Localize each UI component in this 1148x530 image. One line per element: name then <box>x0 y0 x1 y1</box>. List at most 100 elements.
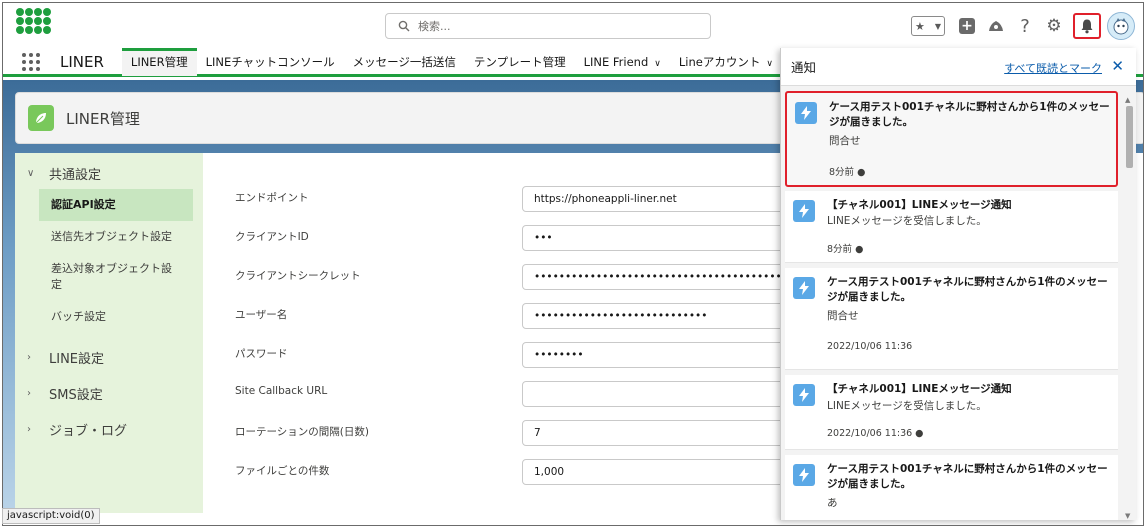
sidebar-group-label: 共通設定 <box>49 167 102 183</box>
chevron-down-icon[interactable]: ∨ <box>654 50 661 78</box>
notifications-panel: 通知 すべて既読とマーク ✕ ケース用テスト001チャネルに野村さんから1件のメ… <box>780 48 1136 520</box>
notification-item[interactable]: 【チャネル001】LINEメッセージ通知 LINEメッセージを受信しました。 8… <box>785 191 1118 263</box>
settings-sidebar: ∨ 共通設定 認証API設定 送信先オブジェクト設定 差込対象オブジェクト設定 … <box>15 153 203 513</box>
username-input[interactable]: •••••••••••••••••••••••••••• <box>522 303 822 329</box>
trailhead-button[interactable] <box>986 16 1006 36</box>
nav-tab-liner-admin[interactable]: LINER管理 <box>121 47 197 76</box>
trailhead-icon <box>989 21 1003 31</box>
nav-tab-bulk-send[interactable]: メッセージ一括送信 <box>344 48 465 76</box>
global-actions-button[interactable]: + <box>957 16 977 36</box>
sidebar-item-label: 認証API設定 <box>51 198 116 211</box>
app-window: 検索... ★ ▼ + ? ⚙ LINER LINER管理 LINEチャットコン… <box>2 2 1144 526</box>
liner-logo[interactable] <box>16 8 51 40</box>
browser-status-bar: javascript:void(0) <box>2 508 100 524</box>
notification-item[interactable]: 【チャネル001】LINEメッセージ通知 LINEメッセージを受信しました。 2… <box>785 375 1118 450</box>
page-title: LINER管理 <box>66 109 140 128</box>
sidebar-item-auth-api[interactable]: 認証API設定 <box>39 189 193 221</box>
chevron-down-icon: ∨ <box>27 167 35 179</box>
sidebar-item-label: 送信先オブジェクト設定 <box>51 230 172 243</box>
password-input[interactable]: •••••••• <box>522 342 822 368</box>
setup-button[interactable]: ⚙ <box>1044 16 1064 36</box>
sidebar-group-common[interactable]: ∨ 共通設定 <box>15 157 203 189</box>
avatar[interactable] <box>1107 12 1135 40</box>
lightning-icon <box>793 464 815 486</box>
nav-tab-label: テンプレート管理 <box>473 54 566 69</box>
nav-tab-label: LINER管理 <box>130 54 188 69</box>
close-icon[interactable]: ✕ <box>1111 57 1124 75</box>
notification-title: 【チャネル001】LINEメッセージ通知 <box>827 199 1012 211</box>
notifications-header: 通知 すべて既読とマーク ✕ <box>781 48 1136 86</box>
nav-tab-label: LINE Friend <box>583 54 649 69</box>
scroll-up-icon[interactable]: ▲ <box>1125 96 1130 104</box>
lightning-icon <box>793 200 815 222</box>
mark-all-read-link[interactable]: すべて既読とマーク <box>1004 60 1102 76</box>
app-launcher-button[interactable] <box>22 52 40 71</box>
chevron-down-icon: ▼ <box>934 21 941 31</box>
sidebar-item-destination-object[interactable]: 送信先オブジェクト設定 <box>15 221 203 253</box>
search-placeholder: 検索... <box>418 20 451 33</box>
header-icons: ★ ▼ + ? ⚙ <box>911 9 1143 43</box>
scrollbar-thumb[interactable] <box>1126 106 1133 168</box>
user-avatar-icon <box>1113 18 1129 35</box>
notification-subtitle: LINEメッセージを受信しました。 <box>827 215 987 227</box>
notifications-button[interactable] <box>1073 13 1101 39</box>
field-label: クライアントID <box>235 231 309 243</box>
field-label: エンドポイント <box>235 192 309 204</box>
client-id-input[interactable]: ••• <box>522 225 822 251</box>
chevron-down-icon[interactable]: ∨ <box>766 50 773 78</box>
nav-tab-line-friend[interactable]: LINE Friend ∨ <box>575 48 670 76</box>
nav-tab-line-account[interactable]: Lineアカウント ∨ <box>670 48 782 76</box>
notification-title: ケース用テスト001チャネルに野村さんから1件のメッセージが届きました。 <box>829 101 1110 128</box>
sidebar-group-sms[interactable]: › SMS設定 <box>15 375 203 411</box>
scroll-down-icon[interactable]: ▼ <box>1125 512 1130 520</box>
lightning-icon <box>793 277 815 299</box>
plus-icon: + <box>959 18 975 34</box>
nav-tab-chat-console[interactable]: LINEチャットコンソール <box>197 48 344 76</box>
notification-timestamp: 2022/10/06 11:36 ● <box>827 428 924 439</box>
sidebar-group-label: ジョブ・ログ <box>49 423 128 439</box>
notification-item[interactable]: ケース用テスト001チャネルに野村さんから1件のメッセージが届きました。 問合せ… <box>785 268 1118 370</box>
nav-tab-label: メッセージ一括送信 <box>352 54 456 69</box>
callback-url-input[interactable] <box>522 381 822 407</box>
sidebar-group-line[interactable]: › LINE設定 <box>15 339 203 375</box>
sidebar-item-merge-object[interactable]: 差込対象オブジェクト設定 <box>15 253 183 301</box>
chevron-right-icon: › <box>27 351 31 363</box>
notification-timestamp: 8分前 ● <box>829 167 866 178</box>
notification-subtitle: 問合せ <box>829 135 861 147</box>
sidebar-group-label: LINE設定 <box>49 351 105 367</box>
global-search-input[interactable]: 検索... <box>385 13 711 39</box>
global-header: 検索... ★ ▼ + ? ⚙ <box>3 3 1143 49</box>
field-label: パスワード <box>235 348 288 360</box>
lightning-icon <box>795 102 817 124</box>
client-secret-input[interactable]: ••••••••••••••••••••••••••••••••••••••••… <box>522 264 822 290</box>
help-button[interactable]: ? <box>1015 15 1035 37</box>
nav-tab-templates[interactable]: テンプレート管理 <box>465 48 575 76</box>
notification-timestamp: 8分前 ● <box>827 244 864 255</box>
gear-icon: ⚙ <box>1046 16 1062 36</box>
sidebar-group-jobs-logs[interactable]: › ジョブ・ログ <box>15 411 203 447</box>
field-label: Site Callback URL <box>235 385 328 397</box>
field-label: ユーザー名 <box>235 309 288 321</box>
app-name: LINER <box>60 52 104 71</box>
chevron-right-icon: › <box>27 387 31 399</box>
notification-subtitle: あ <box>827 497 838 509</box>
notification-item[interactable]: ケース用テスト001チャネルに野村さんから1件のメッセージが届きました。 問合せ… <box>785 91 1118 187</box>
sidebar-item-label: バッチ設定 <box>51 310 106 323</box>
notification-title: ケース用テスト001チャネルに野村さんから1件のメッセージが届きました。 <box>827 463 1108 490</box>
notification-title: ケース用テスト001チャネルに野村さんから1件のメッセージが届きました。 <box>827 276 1108 303</box>
sidebar-item-batch[interactable]: バッチ設定 <box>15 301 203 333</box>
star-icon: ★ <box>915 19 925 33</box>
rotation-interval-input[interactable]: 7 <box>522 420 822 446</box>
favorites-button[interactable]: ★ ▼ <box>911 16 945 36</box>
notification-item[interactable]: ケース用テスト001チャネルに野村さんから1件のメッセージが届きました。 あ <box>785 455 1118 520</box>
bell-icon <box>1081 19 1093 34</box>
notifications-scrollbar[interactable]: ▲ ▼ <box>1124 96 1134 520</box>
notifications-list: ケース用テスト001チャネルに野村さんから1件のメッセージが届きました。 問合せ… <box>781 87 1122 520</box>
notification-title: 【チャネル001】LINEメッセージ通知 <box>827 383 1012 395</box>
nav-tab-label: LINEチャットコンソール <box>205 54 335 69</box>
help-icon: ? <box>1020 15 1030 37</box>
notification-timestamp: 2022/10/06 11:36 <box>827 341 913 352</box>
field-label: クライアントシークレット <box>235 270 361 282</box>
endpoint-input[interactable]: https://phoneappli-liner.net <box>522 186 822 212</box>
records-per-file-input[interactable]: 1,000 <box>522 459 822 485</box>
